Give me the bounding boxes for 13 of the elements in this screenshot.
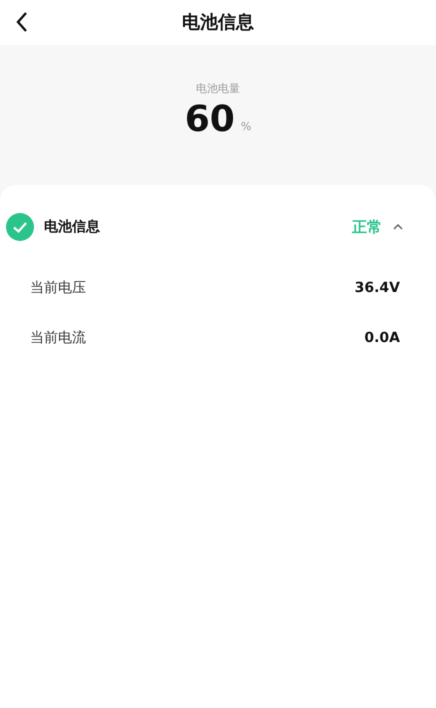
percent-unit: % xyxy=(240,119,252,135)
section-title: 电池信息 xyxy=(44,218,100,236)
status-text: 正常 xyxy=(352,216,382,238)
check-circle-icon xyxy=(6,213,34,241)
row-value: 0.0A xyxy=(364,328,400,348)
back-icon xyxy=(15,11,29,33)
battery-percentage: 60 xyxy=(184,102,235,138)
row-label: 当前电流 xyxy=(30,328,86,348)
battery-label: 电池电量 xyxy=(196,81,240,97)
row-value: 36.4V xyxy=(354,278,400,298)
caret-icon xyxy=(393,224,403,230)
row-label: 当前电压 xyxy=(30,278,86,298)
page-title: 电池信息 xyxy=(182,11,254,35)
